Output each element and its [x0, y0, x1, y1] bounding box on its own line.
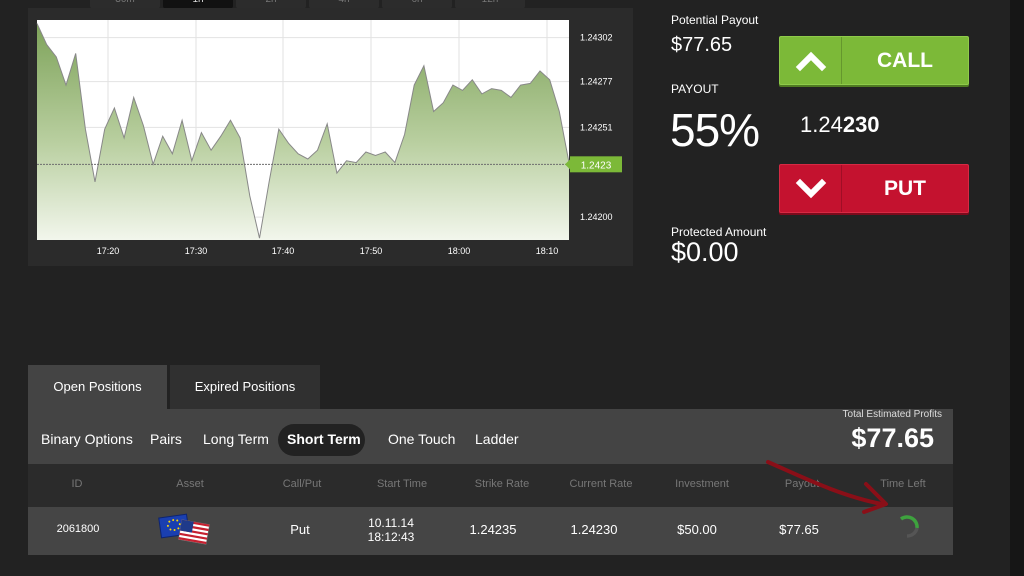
- put-button-label: PUT: [884, 177, 926, 200]
- y-axis-ticks: 1.24302 1.24277 1.24251 1.24200: [580, 33, 613, 223]
- current-rate: 1.24230: [800, 112, 880, 138]
- tab-expired-positions[interactable]: Expired Positions: [170, 365, 320, 409]
- col-current-rate: Current Rate: [569, 478, 633, 490]
- x-tick-label: 17:50: [360, 246, 383, 256]
- potential-payout-value: $77.65: [671, 34, 733, 56]
- chevron-down-icon: [780, 165, 842, 212]
- protected-amount-value: $0.00: [671, 237, 739, 267]
- col-investment: Investment: [675, 478, 729, 490]
- col-call-put: Call/Put: [282, 478, 322, 490]
- total-profit-label: Total Estimated Profits: [842, 409, 942, 420]
- y-tick-label: 1.24302: [580, 33, 613, 43]
- annotation-arrow-icon: [760, 448, 920, 523]
- price-chart: 17:20 17:30 17:40 17:50 18:00 18:10 1.243021.…: [36, 20, 622, 256]
- payout-label: PAYOUT: [671, 82, 719, 96]
- filter-long-term[interactable]: Long Term: [203, 431, 269, 447]
- current-price-badge-label: 1.2423: [581, 160, 612, 171]
- eur-usd-flags-icon: [158, 512, 212, 551]
- col-start-time: Start Time: [376, 478, 428, 490]
- x-tick-label: 17:20: [97, 246, 120, 256]
- col-strike-rate: Strike Rate: [474, 478, 530, 490]
- filter-pairs[interactable]: Pairs: [150, 431, 182, 447]
- filter-one-touch[interactable]: One Touch: [388, 431, 455, 447]
- rate-prefix: 1.24: [800, 112, 843, 137]
- payout-value: 55%: [670, 104, 760, 156]
- x-tick-label: 17:30: [185, 246, 208, 256]
- potential-payout-label: Potential Payout: [671, 13, 759, 27]
- x-axis-ticks: 17:20 17:30 17:40 17:50 18:00 18:10: [97, 246, 559, 256]
- row-strike-rate: 1.24235: [469, 522, 517, 537]
- col-id: ID: [71, 478, 83, 490]
- x-tick-label: 18:10: [536, 246, 559, 256]
- row-direction: Put: [290, 522, 310, 537]
- filter-ladder[interactable]: Ladder: [475, 431, 519, 447]
- row-payout: $77.65: [779, 522, 819, 537]
- y-tick-label: 1.24277: [580, 77, 613, 87]
- y-tick-label: 1.24251: [580, 122, 613, 132]
- chevron-up-icon: [780, 37, 842, 84]
- row-start-date: 10.11.14: [368, 516, 414, 530]
- window-edge: [1010, 0, 1024, 576]
- row-investment: $50.00: [677, 522, 717, 537]
- price-chart-panel: 17:20 17:30 17:40 17:50 18:00 18:10 1.24302 1.…: [28, 8, 633, 266]
- filter-short-term[interactable]: Short Term: [287, 431, 361, 447]
- y-tick-label: 1.24200: [580, 212, 613, 222]
- row-id: 2061800: [56, 523, 100, 535]
- col-asset: Asset: [176, 478, 204, 490]
- row-start: 10.11.14 18:12:43: [360, 516, 422, 544]
- rate-emphasis: 230: [842, 112, 880, 137]
- call-button-label: CALL: [877, 49, 933, 72]
- call-button[interactable]: CALL: [779, 36, 969, 85]
- tab-open-positions[interactable]: Open Positions: [28, 365, 167, 409]
- row-start-time: 18:12:43: [367, 530, 415, 544]
- put-button[interactable]: PUT: [779, 164, 969, 213]
- x-tick-label: 18:00: [448, 246, 471, 256]
- current-price-badge: 1.2423: [565, 156, 622, 173]
- x-tick-label: 17:40: [272, 246, 295, 256]
- row-current-rate: 1.24230: [570, 522, 618, 537]
- filter-binary-options[interactable]: Binary Options: [41, 431, 133, 447]
